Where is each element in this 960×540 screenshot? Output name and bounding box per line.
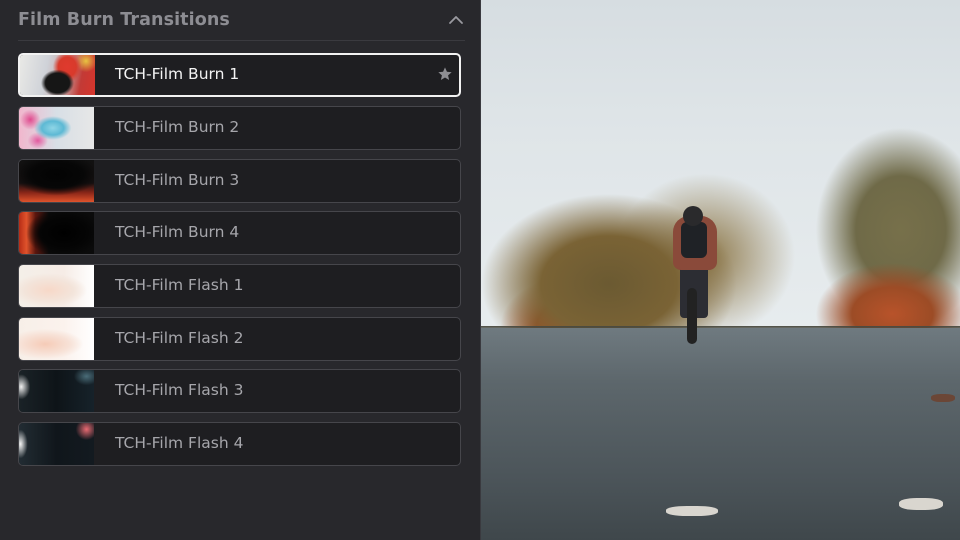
transition-label: TCH-Film Burn 2 — [115, 118, 240, 136]
transition-item-film-burn-4[interactable]: TCH-Film Burn 4 — [18, 211, 461, 255]
transition-thumbnail — [19, 423, 94, 465]
preview-road — [481, 328, 960, 540]
transition-item-film-flash-3[interactable]: TCH-Film Flash 3 — [18, 369, 461, 413]
transition-thumbnail — [19, 107, 94, 149]
transition-thumbnail — [19, 212, 94, 254]
transition-item-film-burn-1[interactable]: TCH-Film Burn 1 — [18, 53, 461, 97]
transition-label: TCH-Film Flash 2 — [115, 329, 244, 347]
preview-backpack — [681, 222, 707, 258]
transition-item-film-burn-3[interactable]: TCH-Film Burn 3 — [18, 159, 461, 203]
transition-label: TCH-Film Burn 1 — [115, 65, 240, 83]
preview-cyclist-head — [683, 206, 703, 226]
transitions-panel: Film Burn Transitions TCH-Film Burn 1 TC… — [0, 0, 481, 540]
transition-thumbnail — [20, 55, 95, 95]
transition-thumbnail — [19, 265, 94, 307]
preview-trees-left — [481, 60, 801, 340]
transition-label: TCH-Film Burn 4 — [115, 223, 240, 241]
transition-label: TCH-Film Flash 3 — [115, 381, 244, 399]
transition-label: TCH-Film Burn 3 — [115, 171, 240, 189]
transition-thumbnail — [19, 318, 94, 360]
chevron-up-icon[interactable] — [448, 14, 464, 26]
preview-bicycle — [687, 288, 697, 344]
transition-item-film-flash-1[interactable]: TCH-Film Flash 1 — [18, 264, 461, 308]
transition-label: TCH-Film Flash 1 — [115, 276, 244, 294]
preview-viewer[interactable] — [481, 0, 960, 540]
transition-thumbnail — [19, 160, 94, 202]
transition-item-film-flash-4[interactable]: TCH-Film Flash 4 — [18, 422, 461, 466]
transition-label: TCH-Film Flash 4 — [115, 434, 244, 452]
header-divider — [18, 40, 465, 41]
star-icon[interactable] — [437, 66, 453, 82]
transition-item-film-burn-2[interactable]: TCH-Film Burn 2 — [18, 106, 461, 150]
panel-title: Film Burn Transitions — [18, 10, 230, 30]
preview-trees-right — [791, 110, 960, 350]
transition-item-film-flash-2[interactable]: TCH-Film Flash 2 — [18, 317, 461, 361]
preview-leaf — [666, 506, 718, 516]
preview-leaf — [899, 498, 943, 510]
transition-thumbnail — [19, 370, 94, 412]
preview-leaf — [931, 394, 955, 402]
panel-header[interactable]: Film Burn Transitions — [0, 0, 480, 42]
